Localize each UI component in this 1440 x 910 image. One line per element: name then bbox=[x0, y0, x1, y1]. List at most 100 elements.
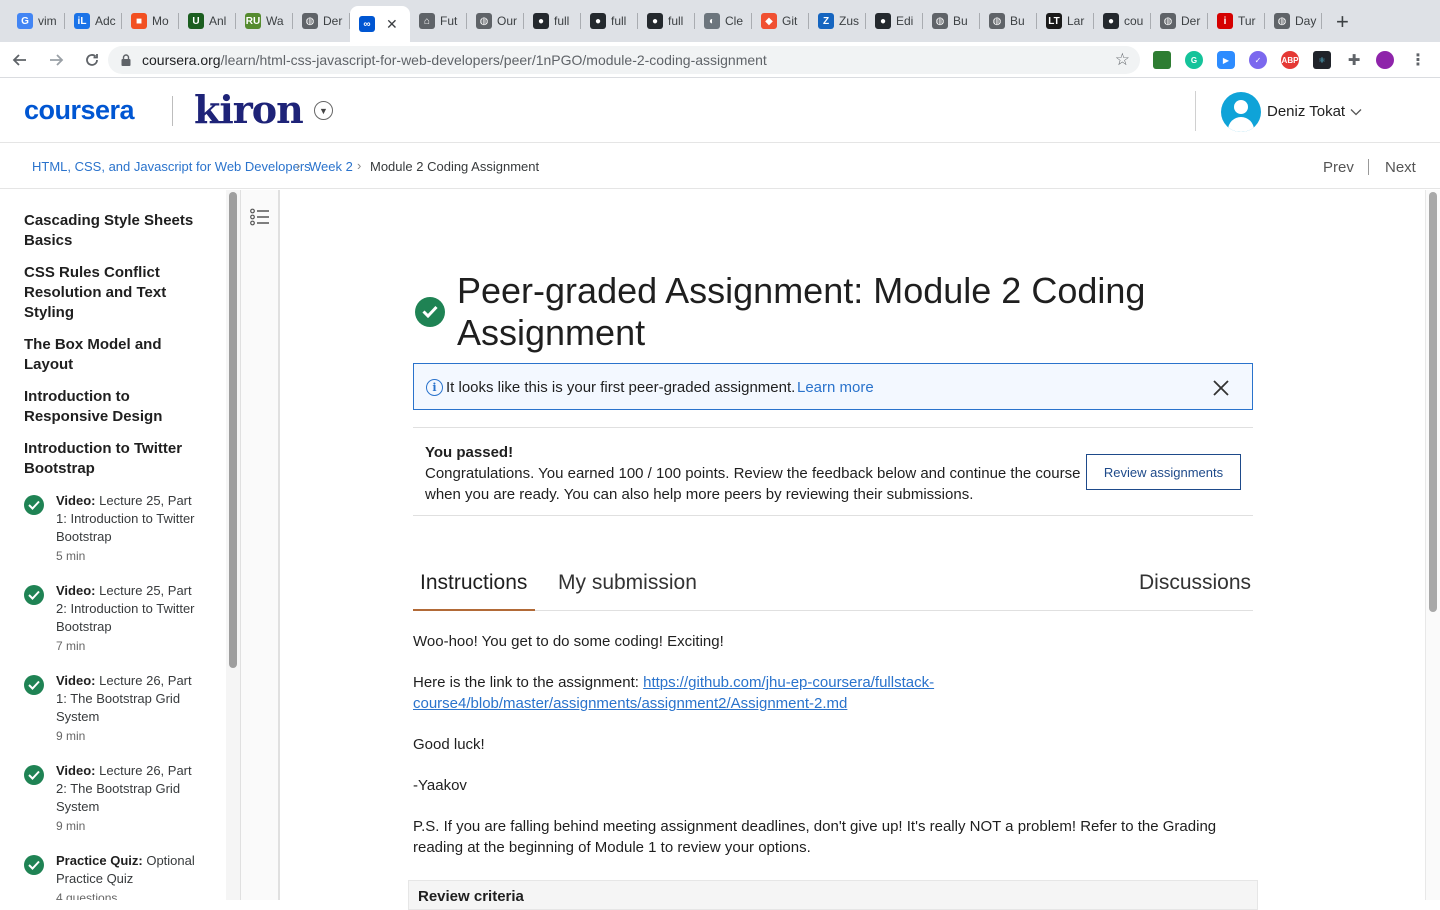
sidebar-section[interactable]: The Box Model and Layout bbox=[24, 335, 204, 375]
extension-react-icon[interactable]: ⚛ bbox=[1313, 51, 1331, 69]
pass-status-panel: You passed! Congratulations. You earned … bbox=[413, 427, 1253, 516]
globe-icon: ◍ bbox=[1274, 13, 1290, 29]
sidebar-section[interactable]: Introduction to Twitter Bootstrap bbox=[24, 439, 204, 479]
completed-check-icon bbox=[24, 765, 44, 785]
extension-zoom-icon[interactable]: ▶ bbox=[1217, 51, 1235, 69]
forward-button[interactable] bbox=[40, 46, 72, 74]
info-icon: i bbox=[426, 379, 443, 396]
user-name[interactable]: Deniz Tokat bbox=[1267, 103, 1345, 120]
browser-tab[interactable]: ◍ Day bbox=[1265, 4, 1322, 38]
tab-close-icon[interactable]: ✕ bbox=[386, 16, 398, 33]
sidebar-item[interactable]: Practice Quiz: Optional Practice Quiz 4 … bbox=[24, 852, 214, 900]
browser-tab[interactable]: RU Wa bbox=[236, 4, 293, 38]
partner-dropdown-chevron-icon[interactable]: ▼ bbox=[314, 101, 333, 120]
back-arrow-icon bbox=[12, 53, 26, 66]
sidebar-section[interactable]: Cascading Style Sheets Basics bbox=[24, 211, 204, 251]
browser-tab[interactable]: iL Adc bbox=[65, 4, 122, 38]
sidebar-section[interactable]: CSS Rules Conflict Resolution and Text S… bbox=[24, 263, 204, 323]
browser-tab[interactable]: ■ Mo bbox=[122, 4, 179, 38]
close-icon[interactable] bbox=[1212, 379, 1230, 397]
sidebar-item[interactable]: Video: Lecture 25, Part 1: Introduction … bbox=[24, 492, 214, 572]
sidebar-section[interactable]: Introduction to Responsive Design bbox=[24, 387, 204, 427]
reload-button[interactable] bbox=[76, 46, 108, 74]
browser-menu-icon[interactable]: ⋮ bbox=[1409, 51, 1427, 69]
browser-tab[interactable]: U Anl bbox=[179, 4, 236, 38]
main-scrollbar-thumb[interactable] bbox=[1429, 192, 1437, 612]
browser-tab[interactable]: ◐ Cle bbox=[695, 4, 752, 38]
tab-discussions[interactable]: Discussions bbox=[1139, 571, 1251, 595]
browser-tab[interactable]: ● Edi bbox=[866, 4, 923, 38]
browser-tab[interactable]: ● cou bbox=[1094, 4, 1151, 38]
browser-tab[interactable]: ● full bbox=[638, 4, 695, 38]
next-link[interactable]: Next bbox=[1385, 159, 1416, 176]
github-icon: ● bbox=[647, 13, 663, 29]
sidebar-item[interactable]: Video: Lecture 26, Part 1: The Bootstrap… bbox=[24, 672, 214, 752]
browser-tab-label: cou bbox=[1124, 14, 1144, 28]
browser-tab-label: full bbox=[554, 14, 570, 28]
globe-icon: ◍ bbox=[989, 13, 1005, 29]
breadcrumb-course-link[interactable]: HTML, CSS, and Javascript for Web Develo… bbox=[32, 159, 311, 174]
browser-tab[interactable]: i Tur bbox=[1208, 4, 1265, 38]
coursera-icon: ∞ bbox=[359, 16, 375, 32]
review-assignments-button[interactable]: Review assignments bbox=[1086, 454, 1241, 490]
item-type: Video: bbox=[56, 493, 96, 508]
browser-tab[interactable]: ◍ Der bbox=[1151, 4, 1208, 38]
pass-message: Congratulations. You earned 100 / 100 po… bbox=[425, 465, 1081, 503]
learn-more-link[interactable]: Learn more bbox=[797, 379, 874, 396]
browser-tab[interactable]: ◍ Der bbox=[293, 4, 350, 38]
browser-tab[interactable]: ◍ Bu bbox=[923, 4, 980, 38]
list-toggle-icon[interactable] bbox=[250, 208, 270, 226]
bookmark-star-icon[interactable]: ☆ bbox=[1115, 50, 1130, 70]
kiron-logo[interactable]: kiron bbox=[194, 87, 304, 132]
github-icon: ● bbox=[533, 13, 549, 29]
extension-grammarly-icon[interactable]: G bbox=[1185, 51, 1203, 69]
tab-my-submission[interactable]: My submission bbox=[558, 571, 697, 595]
back-button[interactable] bbox=[4, 46, 36, 74]
browser-tab[interactable]: ● full bbox=[524, 4, 581, 38]
browser-tab-label: full bbox=[611, 14, 627, 28]
info-text: It looks like this is your first peer-gr… bbox=[446, 379, 796, 396]
extension-check-icon[interactable]: ✓ bbox=[1249, 51, 1267, 69]
browser-tab[interactable]: Z Zus bbox=[809, 4, 866, 38]
globe-icon: ◍ bbox=[476, 13, 492, 29]
sidebar-scrollbar-thumb[interactable] bbox=[229, 192, 237, 668]
extensions-puzzle-icon[interactable]: ✚ bbox=[1345, 51, 1363, 69]
user-avatar[interactable] bbox=[1221, 92, 1261, 132]
item-duration: 7 min bbox=[56, 639, 86, 653]
browser-tab[interactable]: ◍ Bu bbox=[980, 4, 1037, 38]
extension-adblock-icon[interactable]: ABP bbox=[1281, 51, 1299, 69]
profile-avatar-icon[interactable] bbox=[1376, 51, 1394, 69]
extension-evernote-icon[interactable] bbox=[1153, 51, 1171, 69]
completed-check-icon bbox=[24, 855, 44, 875]
sidebar-item[interactable]: Video: Lecture 26, Part 2: The Bootstrap… bbox=[24, 762, 214, 842]
item-type: Video: bbox=[56, 583, 96, 598]
sidebar-item[interactable]: Video: Lecture 25, Part 2: Introduction … bbox=[24, 582, 214, 662]
breadcrumb-chevron-icon: › bbox=[357, 158, 362, 173]
user-menu-chevron-icon[interactable] bbox=[1350, 106, 1362, 118]
browser-tab-label: Lar bbox=[1067, 14, 1085, 28]
windows-icon: ■ bbox=[131, 13, 147, 29]
coursera-logo[interactable]: coursera bbox=[24, 95, 135, 126]
browser-tab[interactable]: ⌂ Fut bbox=[410, 4, 467, 38]
browser-tab[interactable]: ◍ Our bbox=[467, 4, 524, 38]
browser-tab[interactable]: ◆ Git bbox=[752, 4, 809, 38]
item-duration: 4 questions bbox=[56, 891, 118, 900]
browser-tab-label: full bbox=[668, 14, 684, 28]
browser-tab-label: Day bbox=[1295, 14, 1317, 28]
browser-tab[interactable]: ● full bbox=[581, 4, 638, 38]
store-icon: ⌂ bbox=[419, 13, 435, 29]
breadcrumb-week-link[interactable]: Week 2 bbox=[309, 159, 353, 174]
browser-tab-label: Fut bbox=[440, 14, 458, 28]
prev-link[interactable]: Prev bbox=[1323, 159, 1354, 176]
address-bar[interactable]: coursera.org/learn/html-css-javascript-f… bbox=[108, 46, 1140, 74]
browser-tab-label: Bu bbox=[953, 14, 968, 28]
active-tab-indicator bbox=[413, 609, 535, 611]
u-icon: U bbox=[188, 13, 204, 29]
browser-tab[interactable]: ∞ ✕ bbox=[350, 6, 410, 42]
header-divider bbox=[1195, 91, 1196, 131]
new-tab-plus-icon[interactable]: + bbox=[1336, 9, 1349, 35]
tab-instructions[interactable]: Instructions bbox=[420, 571, 527, 595]
browser-tab[interactable]: Gvim bbox=[8, 4, 65, 38]
browser-tab-label: Wa bbox=[266, 14, 284, 28]
browser-tab[interactable]: LT Lar bbox=[1037, 4, 1094, 38]
